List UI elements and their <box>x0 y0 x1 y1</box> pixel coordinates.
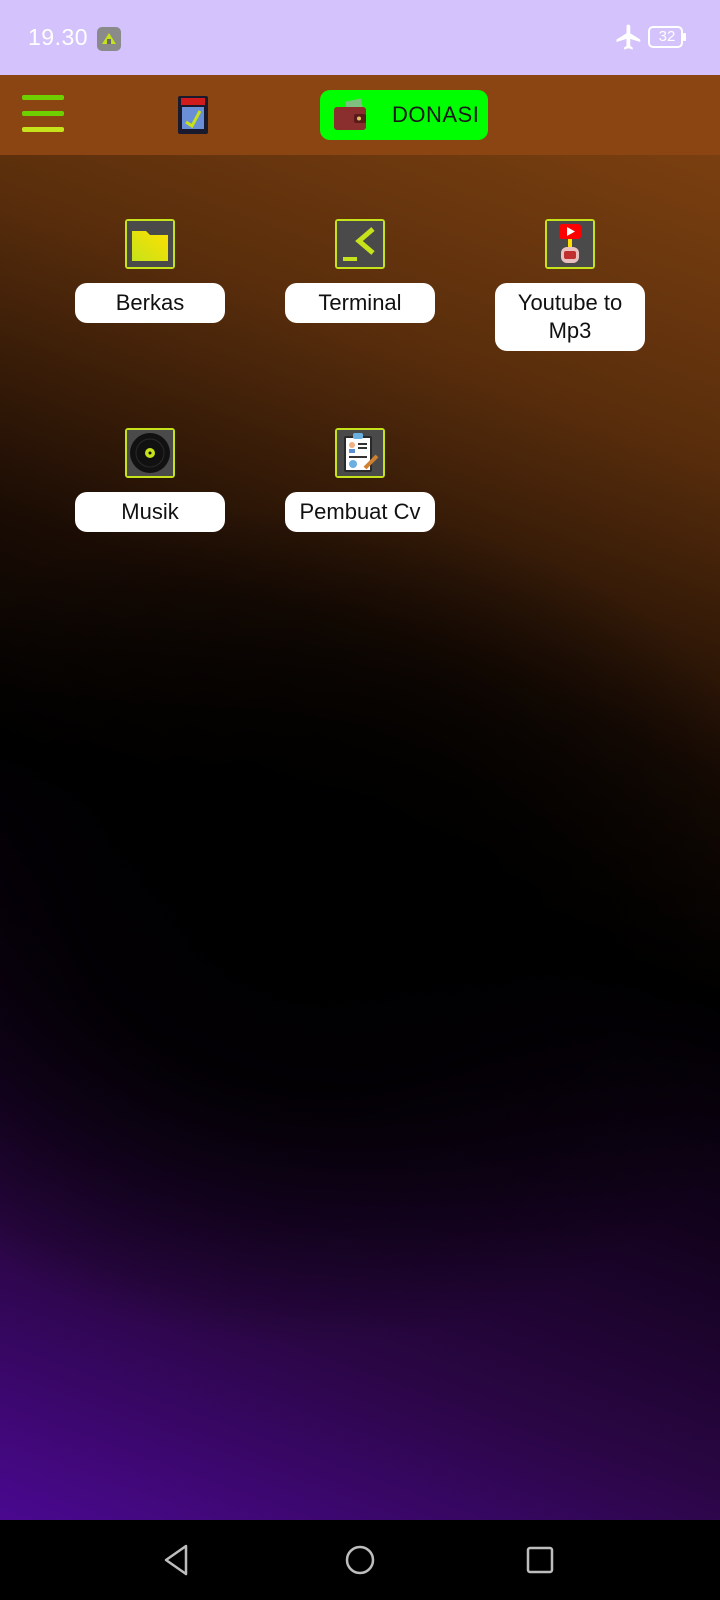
donate-label: DONASI <box>392 102 480 127</box>
home-icon[interactable] <box>340 1540 380 1580</box>
app-label: Pembuat Cv <box>285 492 435 532</box>
youtube-mp3-icon <box>545 219 595 269</box>
cv-clipboard-icon <box>335 428 385 478</box>
recents-icon[interactable] <box>520 1540 560 1580</box>
app-notification-icon <box>97 27 121 51</box>
status-bar: 19.30 32 <box>0 0 720 75</box>
hamburger-menu-icon[interactable] <box>22 95 66 135</box>
donate-button[interactable]: DONASI <box>320 90 488 140</box>
status-time: 19.30 <box>28 24 89 50</box>
folder-icon <box>125 219 175 269</box>
terminal-icon <box>335 219 385 269</box>
home-screen <box>0 155 720 1520</box>
navigation-bar <box>0 1520 720 1600</box>
battery-level: 32 <box>658 28 676 45</box>
back-icon[interactable] <box>158 1540 198 1580</box>
app-bar: DONASI <box>0 75 720 155</box>
app-label: Youtube to Mp3 <box>495 283 645 351</box>
app-label: Berkas <box>75 283 225 323</box>
battery-icon: 32 <box>648 26 686 48</box>
vinyl-record-icon <box>125 428 175 478</box>
airplane-mode-icon <box>616 24 641 50</box>
wallet-icon <box>334 98 366 130</box>
app-label: Musik <box>75 492 225 532</box>
app-label: Terminal <box>285 283 435 323</box>
sd-card-icon[interactable] <box>176 94 210 136</box>
